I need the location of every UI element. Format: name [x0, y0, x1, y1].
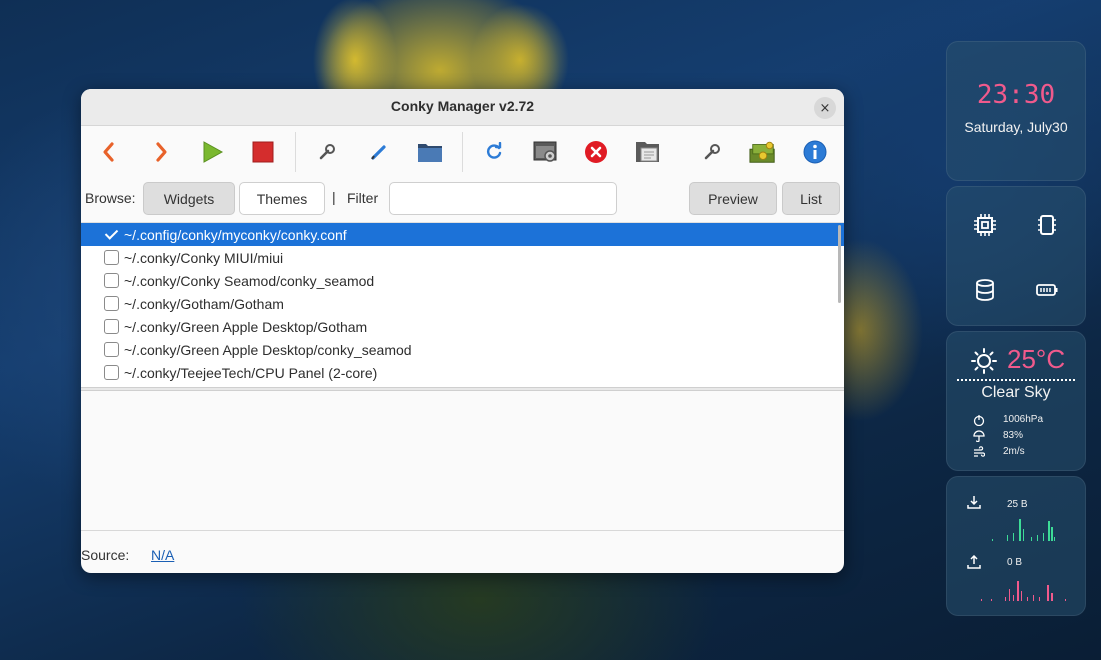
hardware-widget	[946, 186, 1086, 326]
settings-window-icon	[533, 141, 557, 162]
delete-icon	[585, 141, 607, 163]
disk-icon	[976, 279, 994, 301]
download-icon	[967, 496, 981, 509]
umbrella-icon	[973, 430, 985, 442]
item-checkbox[interactable]	[104, 342, 119, 357]
open-folder-button[interactable]	[416, 138, 444, 166]
window-title: Conky Manager v2.72	[390, 98, 535, 114]
temperature: 25°C	[1007, 344, 1066, 374]
toolbar-separator	[462, 132, 463, 172]
tools-button[interactable]	[698, 138, 726, 166]
info-icon	[803, 140, 827, 164]
filter-separator: |	[332, 189, 336, 205]
item-path: ~/.conky/Green Apple Desktop/conky_seamo…	[124, 341, 412, 358]
play-icon	[203, 141, 224, 163]
stop-button[interactable]	[249, 138, 277, 166]
browse-bar: Browse: Widgets Themes | Filter Preview …	[81, 181, 844, 217]
list-item[interactable]: ~/.conky/Conky MIUI/miui	[81, 246, 844, 269]
item-path: ~/.conky/TeejeeTech/CPU Panel (2-core)	[124, 364, 378, 381]
kill-button[interactable]	[582, 138, 610, 166]
item-path: ~/.conky/Conky Seamod/conky_seamod	[124, 272, 375, 289]
widgets-button[interactable]: Widgets	[143, 182, 235, 215]
tools-icon	[704, 144, 720, 160]
about-button[interactable]	[801, 138, 829, 166]
toolbar-separator	[295, 132, 296, 172]
list-item[interactable]: ~/.conky/TeejeeTech/CPU Panel (2-core)	[81, 361, 844, 384]
source-label: Source:	[81, 547, 130, 563]
edit-config-button[interactable]	[313, 138, 341, 166]
humidity-value: 83%	[1003, 430, 1024, 441]
stop-icon	[252, 141, 274, 163]
list-button[interactable]: List	[782, 182, 840, 215]
clock-time: 23:30	[976, 80, 1056, 110]
back-button[interactable]	[95, 138, 123, 166]
item-checkbox[interactable]	[104, 273, 119, 288]
source-link[interactable]: N/A	[151, 547, 174, 563]
item-checkbox[interactable]	[104, 227, 119, 242]
file-manager-icon	[636, 142, 659, 162]
themes-button[interactable]: Themes	[239, 182, 325, 215]
widget-list[interactable]: ~/.config/conky/myconky/conky.conf ~/.con…	[81, 222, 844, 388]
pressure-value: 1006hPa	[1003, 414, 1044, 425]
preview-area	[81, 391, 844, 531]
item-checkbox[interactable]	[104, 365, 119, 380]
close-button[interactable]: ×	[814, 97, 836, 119]
clock-widget: 23:30 Saturday, July30	[946, 41, 1086, 181]
list-item[interactable]: ~/.conky/Green Apple Desktop/Gotham	[81, 315, 844, 338]
list-item[interactable]: ~/.conky/Gotham/Gotham	[81, 292, 844, 315]
filter-label: Filter	[347, 190, 379, 206]
list-item[interactable]: ~/.conky/Green Apple Desktop/conky_seamo…	[81, 338, 844, 361]
wrench-icon	[319, 144, 335, 160]
memory-icon	[1038, 215, 1056, 235]
divider	[957, 379, 1075, 381]
filter-input[interactable]	[389, 182, 617, 215]
toolbar	[81, 126, 844, 176]
refresh-button[interactable]	[480, 138, 508, 166]
refresh-icon	[487, 142, 502, 159]
item-path: ~/.config/conky/myconky/conky.conf	[124, 226, 347, 243]
forward-button[interactable]	[147, 138, 175, 166]
item-checkbox[interactable]	[104, 296, 119, 311]
cpu-icon	[974, 214, 996, 236]
item-path: ~/.conky/Gotham/Gotham	[124, 295, 284, 312]
item-checkbox[interactable]	[104, 250, 119, 265]
network-widget: 25 B 0 B	[946, 476, 1086, 616]
weather-widget: 25°C Clear Sky 1006hPa 83% 2m/s	[946, 331, 1086, 471]
wind-value: 2m/s	[1003, 446, 1025, 457]
sun-icon	[971, 348, 997, 374]
settings-button[interactable]	[532, 138, 560, 166]
forward-arrow-icon	[156, 142, 167, 162]
download-graph	[992, 519, 1055, 541]
battery-icon	[1036, 284, 1058, 296]
pencil-icon	[371, 145, 386, 160]
download-value: 25 B	[1007, 499, 1028, 510]
wind-icon	[974, 446, 985, 457]
donate-button[interactable]	[749, 138, 777, 166]
item-path: ~/.conky/Green Apple Desktop/Gotham	[124, 318, 368, 335]
item-checkbox[interactable]	[104, 319, 119, 334]
browse-label: Browse:	[85, 190, 136, 206]
donate-money-icon	[749, 141, 775, 163]
weather-condition: Clear Sky	[981, 384, 1051, 401]
upload-graph	[981, 581, 1066, 601]
clock-date: Saturday, July30	[964, 119, 1068, 135]
preview-button[interactable]: Preview	[689, 182, 777, 215]
title-bar[interactable]: Conky Manager v2.72 ×	[81, 89, 844, 126]
conky-manager-window: Conky Manager v2.72 × Browse: Widgets Th…	[81, 89, 844, 573]
list-scrollbar[interactable]	[838, 225, 841, 303]
upload-icon	[967, 555, 981, 569]
pressure-icon	[973, 415, 985, 426]
item-path: ~/.conky/Conky MIUI/miui	[124, 249, 284, 266]
start-button[interactable]	[198, 138, 226, 166]
back-arrow-icon	[103, 142, 114, 162]
folder-icon	[418, 144, 442, 162]
list-item[interactable]: ~/.config/conky/myconky/conky.conf	[81, 223, 844, 246]
upload-value: 0 B	[1007, 557, 1023, 568]
edit-button[interactable]	[365, 138, 393, 166]
file-manager-button[interactable]	[634, 138, 662, 166]
list-item[interactable]: ~/.conky/Conky Seamod/conky_seamod	[81, 269, 844, 292]
